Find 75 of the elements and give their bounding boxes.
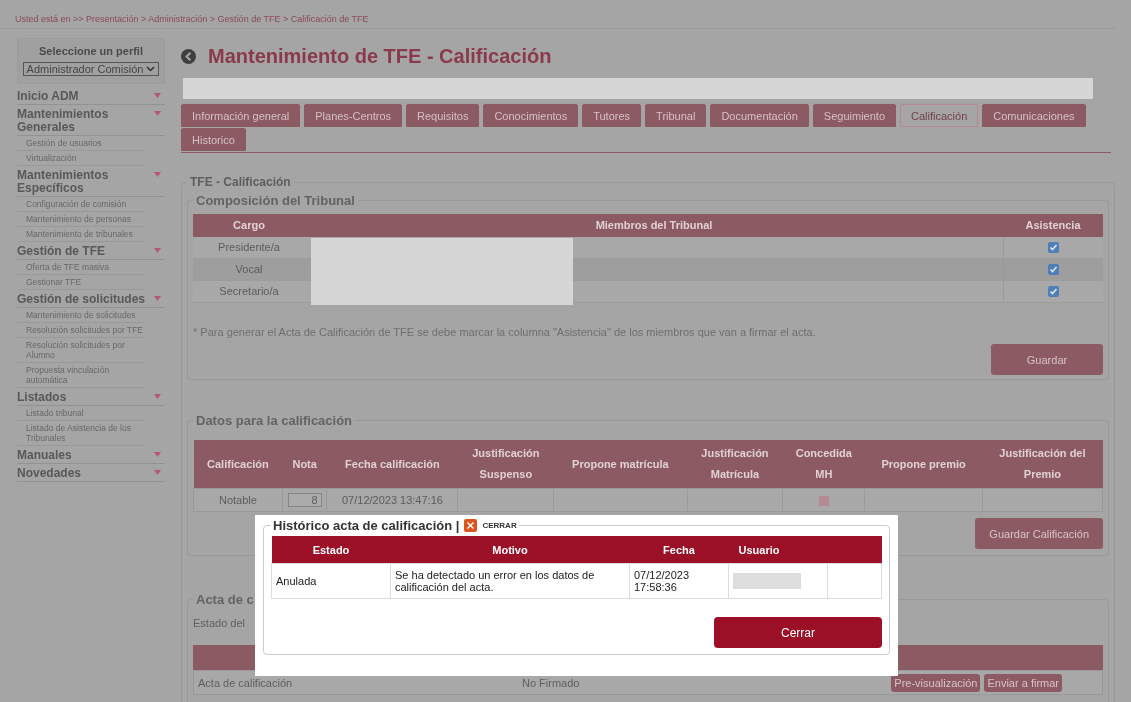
tab[interactable]: Documentación	[710, 104, 809, 127]
sidebar-section[interactable]: Inicio ADM	[17, 90, 151, 103]
field-label: Estado del	[193, 617, 245, 629]
sidebar-section[interactable]: Mantenimientos Generales	[17, 108, 151, 134]
grade-input[interactable]: 8	[287, 493, 322, 507]
column-header: Fecha calificación	[326, 440, 458, 489]
column-header: Asistencia	[1003, 214, 1103, 237]
column-header: Justificación del Premio	[982, 440, 1103, 489]
save-grade-button[interactable]: Guardar Calificación	[975, 518, 1103, 549]
column-header: Miembros del Tribunal	[305, 214, 1003, 237]
breadcrumb: Usted está en >> Presentación > Administración > Gestión de TFE > Calificación de TFE	[0, 0, 1115, 29]
dropdown-triangle-icon	[154, 248, 161, 253]
sidebar-section[interactable]: Novedades	[17, 467, 151, 480]
tab[interactable]: Tutores	[582, 104, 642, 127]
section-legend: Composición del Tribunal	[193, 193, 358, 208]
sidebar-section[interactable]: Listados	[17, 391, 151, 404]
table-cell-text: No Firmado	[521, 676, 581, 689]
tab[interactable]: Conocimientos	[483, 104, 579, 127]
action-button[interactable]: Pre-visualización	[891, 673, 981, 692]
column-header: Propone matrícula	[553, 440, 688, 489]
close-link[interactable]: CERRAR	[482, 521, 517, 530]
checkbox[interactable]	[818, 496, 829, 507]
column-header: Justificación Matrícula	[687, 440, 783, 489]
profile-select[interactable]: Administrador Comisión	[22, 62, 160, 76]
dropdown-triangle-icon	[154, 296, 161, 301]
dropdown-triangle-icon	[154, 172, 161, 177]
column-header: Calificación	[193, 440, 283, 489]
tab[interactable]: Calificación	[900, 104, 979, 127]
tab[interactable]: Tribunal	[645, 104, 707, 127]
column-header: Motivo	[390, 536, 630, 564]
action-button[interactable]: Enviar a firmar	[984, 673, 1062, 692]
tab[interactable]: Requisitos	[406, 104, 480, 127]
dropdown-triangle-icon	[154, 470, 161, 475]
tab[interactable]: Planes-Centros	[304, 104, 403, 127]
sidebar-section[interactable]: Mantenimientos Específicos	[17, 169, 151, 195]
column-header: Justificación Suspenso	[457, 440, 554, 489]
column-header: Concedida MH	[782, 440, 865, 489]
redacted-block	[733, 573, 801, 589]
column-header: Cargo	[193, 214, 305, 237]
table-cell: Vocal	[193, 259, 305, 281]
tab[interactable]: Comunicaciones	[982, 104, 1086, 127]
sidebar-section[interactable]: Gestión de TFE	[17, 245, 151, 258]
table-cell-text: Acta de calificación	[197, 676, 294, 689]
dropdown-triangle-icon	[154, 394, 161, 399]
page-title: Mantenimiento de TFE - Calificación	[208, 44, 552, 68]
table-cell: 07/12/2023 13:47:16	[326, 488, 458, 512]
section-legend: Datos para la calificación	[193, 413, 356, 428]
column-header: Propone premio	[864, 440, 983, 489]
chevron-icon	[146, 66, 156, 72]
profile-label: Seleccione un perfil	[38, 45, 144, 57]
table-cell: Notable	[193, 488, 283, 512]
close-icon[interactable]	[464, 519, 478, 532]
column-header: Usuario	[728, 536, 828, 564]
dropdown-triangle-icon	[154, 93, 161, 98]
column-header: Fecha	[629, 536, 729, 564]
dropdown-triangle-icon	[154, 452, 161, 457]
checkbox[interactable]	[1048, 264, 1059, 275]
table-cell: Se ha detectado un error en los datos de calificación del acta.	[390, 563, 630, 599]
dropdown-triangle-icon	[154, 111, 161, 116]
section-legend: TFE - Calificación	[187, 175, 294, 189]
column-header: Nota	[282, 440, 327, 489]
section-legend: Acta de c	[193, 592, 257, 607]
table-cell: Anulada	[271, 563, 391, 599]
checkbox[interactable]	[1048, 242, 1059, 253]
sidebar-section[interactable]: Manuales	[17, 449, 151, 462]
table-cell: 07/12/2023 17:58:36	[629, 563, 729, 599]
checkbox[interactable]	[1048, 286, 1059, 297]
close-button[interactable]: Cerrar	[714, 617, 882, 648]
tab[interactable]: Historico	[181, 128, 246, 151]
tab[interactable]: Información general	[181, 104, 301, 127]
modal-title: Histórico acta de calificación |	[273, 518, 460, 533]
tab[interactable]: Seguimiento	[812, 104, 896, 127]
column-header: Estado	[271, 536, 391, 564]
save-button[interactable]: Guardar	[991, 344, 1103, 375]
sidebar-section[interactable]: Gestión de solicitudes	[17, 293, 151, 306]
